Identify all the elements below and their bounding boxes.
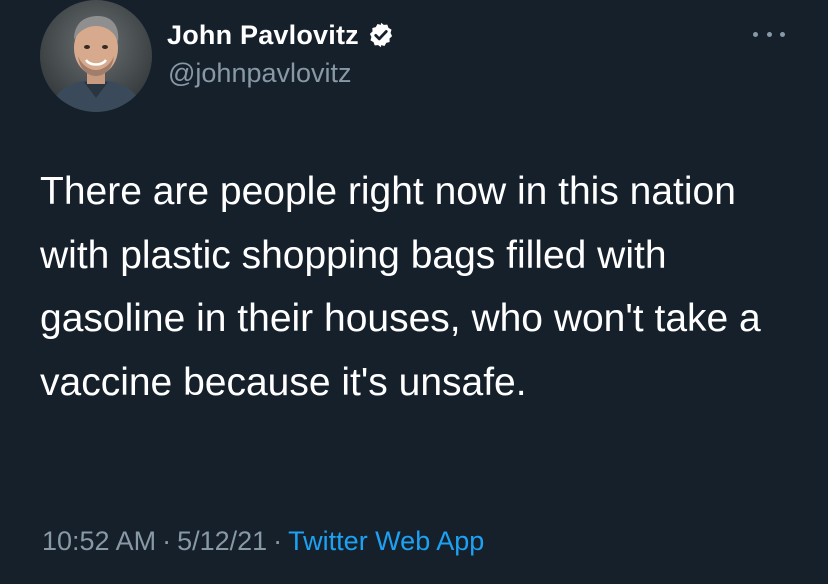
user-handle[interactable]: @johnpavlovitz <box>168 58 352 89</box>
more-dot <box>766 31 772 37</box>
meta-separator: · <box>273 526 283 556</box>
tweet-source-link[interactable]: Twitter Web App <box>288 526 484 556</box>
avatar-photo <box>40 0 152 112</box>
avatar[interactable] <box>40 0 152 112</box>
tweet-meta: 10:52 AM · 5/12/21 · Twitter Web App <box>42 526 484 557</box>
author-name-row: John Pavlovitz <box>167 17 395 53</box>
tweet-time[interactable]: 10:52 AM <box>42 526 156 556</box>
meta-separator: · <box>162 526 172 556</box>
verified-badge-icon <box>367 21 395 49</box>
tweet-date[interactable]: 5/12/21 <box>177 526 267 556</box>
display-name[interactable]: John Pavlovitz <box>167 20 359 51</box>
tweet-text: There are people right now in this natio… <box>40 170 761 404</box>
more-dot <box>753 31 758 37</box>
more-options-icon[interactable] <box>753 28 785 40</box>
more-dot <box>780 31 785 37</box>
tweet-card: John Pavlovitz @johnpavlovitz There are … <box>0 0 828 584</box>
